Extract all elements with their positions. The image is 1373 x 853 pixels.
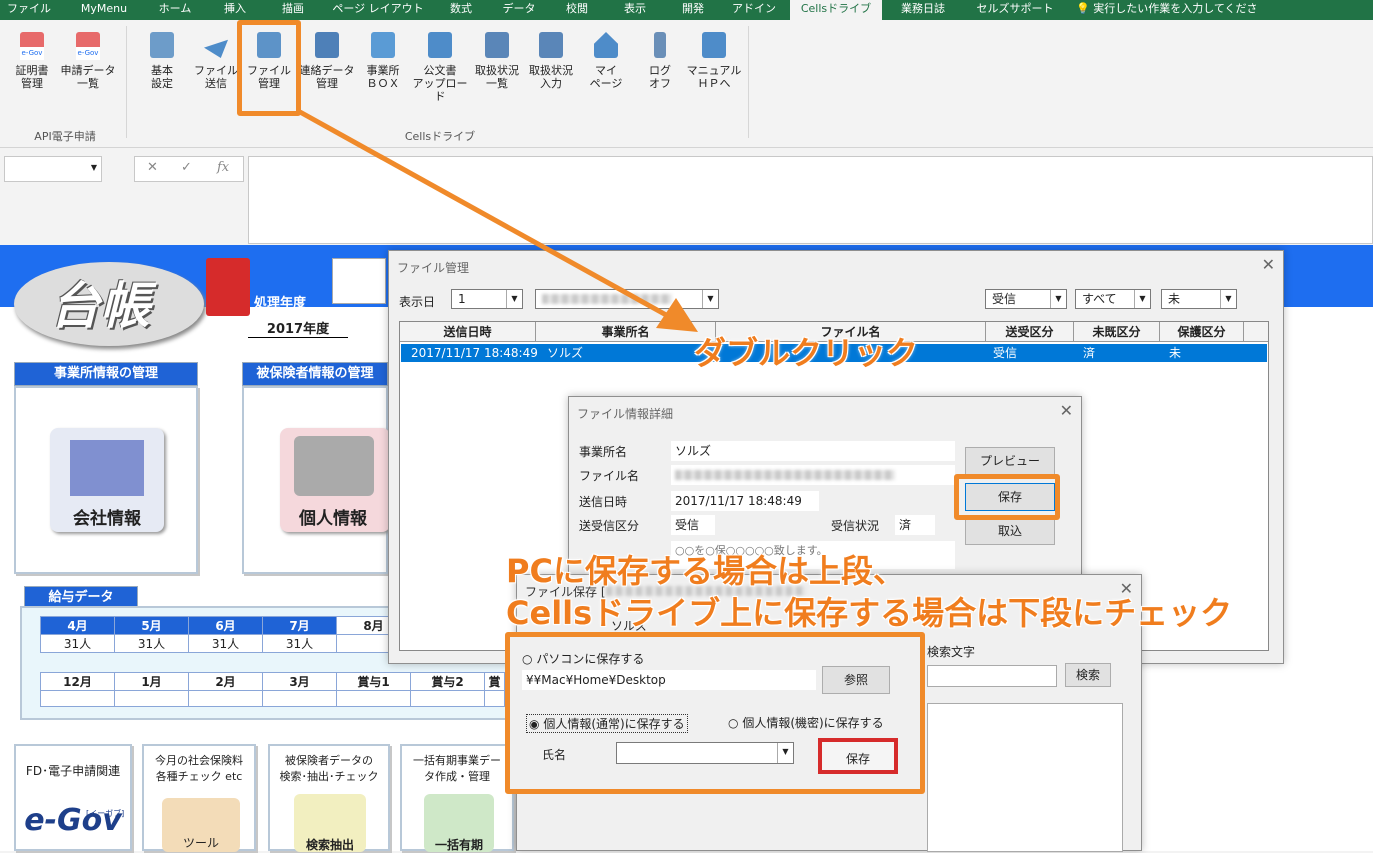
- highlight-save-options: [505, 632, 925, 794]
- instruction-line-1: PCに保存する場合は上段、: [506, 552, 905, 590]
- instruction-line-2: Cellsドライブ上に保存する場合は下段にチェック: [506, 594, 1233, 632]
- double-click-annotation: ダブルクリック: [694, 334, 919, 372]
- highlight-save-button: [954, 474, 1060, 520]
- arrow-line: [298, 109, 670, 319]
